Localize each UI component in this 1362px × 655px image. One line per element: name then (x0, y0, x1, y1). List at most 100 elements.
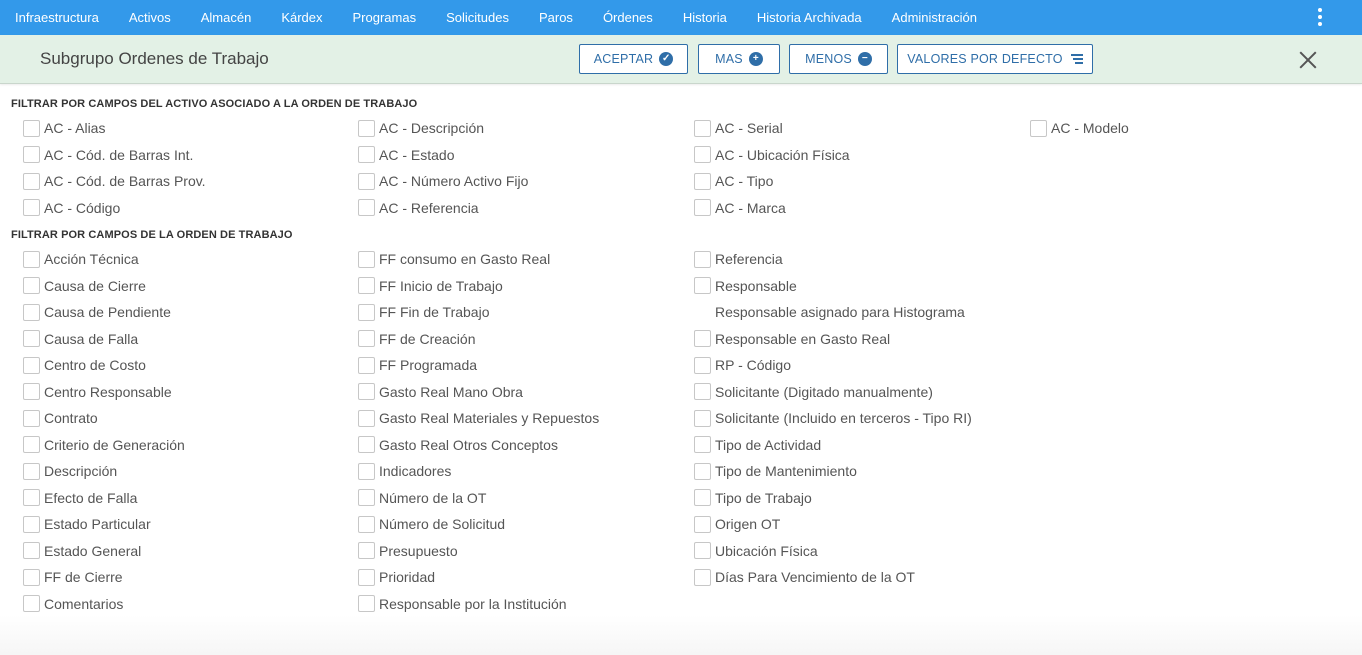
checkbox-option-referencia[interactable]: Referencia (694, 249, 783, 269)
nav-item-paros[interactable]: Paros (524, 0, 588, 35)
checkbox-option-responsable-en-gasto-real[interactable]: Responsable en Gasto Real (694, 329, 890, 349)
checkbox[interactable] (694, 568, 711, 586)
checkbox[interactable] (23, 515, 40, 533)
checkbox-option-ac-modelo[interactable]: AC - Modelo (1030, 118, 1129, 138)
checkbox[interactable] (694, 146, 711, 163)
more-button[interactable]: MAS + (698, 44, 780, 74)
nav-item-historia-archivada[interactable]: Historia Archivada (742, 0, 877, 35)
nav-item-ordenes[interactable]: Órdenes (588, 0, 668, 35)
checkbox-option-ac-ubicacion-fisica[interactable]: AC - Ubicación Física (694, 145, 850, 165)
checkbox-option-gasto-real-otros-conceptos[interactable]: Gasto Real Otros Conceptos (358, 435, 558, 455)
checkbox-option-indicadores[interactable]: Indicadores (358, 461, 451, 481)
checkbox-option-gasto-real-materiales-y-repuestos[interactable]: Gasto Real Materiales y Repuestos (358, 408, 599, 428)
checkbox-option-responsable-por-la-institucion[interactable]: Responsable por la Institución (358, 594, 567, 614)
more-vert-icon[interactable] (1314, 5, 1326, 29)
checkbox[interactable] (1030, 119, 1047, 137)
checkbox-option-solicitante-incluido-en-terceros-tipo-ri[interactable]: Solicitante (Incluido en terceros - Tipo… (694, 408, 972, 428)
nav-item-almacen[interactable]: Almacén (186, 0, 267, 35)
checkbox[interactable] (358, 383, 375, 400)
checkbox-option-ff-consumo-en-gasto-real[interactable]: FF consumo en Gasto Real (358, 249, 550, 269)
checkbox[interactable] (23, 199, 40, 216)
checkbox[interactable] (358, 250, 375, 268)
nav-item-solicitudes[interactable]: Solicitudes (431, 0, 524, 35)
nav-item-administracion[interactable]: Administración (877, 0, 992, 35)
checkbox[interactable] (23, 277, 40, 294)
checkbox-option-causa-de-pendiente[interactable]: Causa de Pendiente (23, 302, 171, 322)
checkbox-option-estado-general[interactable]: Estado General (23, 541, 141, 561)
checkbox-option-comentarios[interactable]: Comentarios (23, 594, 123, 614)
checkbox[interactable] (23, 356, 40, 374)
checkbox-option-causa-de-falla[interactable]: Causa de Falla (23, 329, 138, 349)
checkbox[interactable] (23, 250, 40, 268)
nav-item-activos[interactable]: Activos (114, 0, 186, 35)
checkbox-option-centro-responsable[interactable]: Centro Responsable (23, 382, 172, 402)
checkbox-option-ff-fin-de-trabajo[interactable]: FF Fin de Trabajo (358, 302, 490, 322)
checkbox[interactable] (358, 119, 375, 137)
nav-item-kardex[interactable]: Kárdex (266, 0, 337, 35)
less-button[interactable]: MENOS − (789, 44, 888, 74)
checkbox-option-responsable[interactable]: Responsable (694, 276, 797, 296)
checkbox[interactable] (358, 436, 375, 453)
checkbox[interactable] (358, 277, 375, 294)
checkbox[interactable] (358, 199, 375, 216)
checkbox[interactable] (358, 462, 375, 480)
checkbox-option-numero-de-la-ot[interactable]: Número de la OT (358, 488, 486, 508)
checkbox-option-tipo-de-actividad[interactable]: Tipo de Actividad (694, 435, 821, 455)
checkbox[interactable] (358, 542, 375, 559)
checkbox[interactable] (694, 409, 711, 427)
checkbox[interactable] (694, 462, 711, 480)
checkbox-option-ff-de-cierre[interactable]: FF de Cierre (23, 567, 123, 587)
checkbox[interactable] (23, 303, 40, 321)
checkbox[interactable] (23, 542, 40, 559)
checkbox[interactable] (358, 146, 375, 163)
checkbox[interactable] (694, 330, 711, 347)
checkbox[interactable] (23, 146, 40, 163)
checkbox[interactable] (23, 462, 40, 480)
checkbox[interactable] (23, 383, 40, 400)
checkbox[interactable] (23, 409, 40, 427)
checkbox[interactable] (23, 330, 40, 347)
checkbox-option-ac-serial[interactable]: AC - Serial (694, 118, 783, 138)
checkbox-option-ac-numero-activo-fijo[interactable]: AC - Número Activo Fijo (358, 171, 528, 191)
checkbox[interactable] (694, 383, 711, 400)
checkbox[interactable] (694, 542, 711, 559)
nav-item-programas[interactable]: Programas (338, 0, 432, 35)
checkbox[interactable] (694, 303, 711, 321)
checkbox[interactable] (694, 119, 711, 137)
checkbox-option-causa-de-cierre[interactable]: Causa de Cierre (23, 276, 146, 296)
checkbox[interactable] (358, 595, 375, 612)
checkbox[interactable] (23, 568, 40, 586)
close-icon[interactable] (1296, 48, 1320, 72)
checkbox-option-accion-tecnica[interactable]: Acción Técnica (23, 249, 139, 269)
accept-button[interactable]: ACEPTAR ✓ (579, 44, 688, 74)
checkbox-option-ac-alias[interactable]: AC - Alias (23, 118, 105, 138)
checkbox[interactable] (358, 356, 375, 374)
checkbox[interactable] (694, 250, 711, 268)
checkbox-option-ac-tipo[interactable]: AC - Tipo (694, 171, 773, 191)
checkbox[interactable] (694, 489, 711, 506)
checkbox-option-rp-codigo[interactable]: RP - Código (694, 355, 791, 375)
checkbox[interactable] (694, 277, 711, 294)
checkbox-option-ubicacion-fisica[interactable]: Ubicación Física (694, 541, 818, 561)
checkbox[interactable] (694, 436, 711, 453)
checkbox[interactable] (358, 303, 375, 321)
checkbox-option-criterio-de-generacion[interactable]: Criterio de Generación (23, 435, 185, 455)
checkbox-option-prioridad[interactable]: Prioridad (358, 567, 435, 587)
checkbox-option-centro-de-costo[interactable]: Centro de Costo (23, 355, 146, 375)
checkbox-option-tipo-de-mantenimiento[interactable]: Tipo de Mantenimiento (694, 461, 857, 481)
checkbox-option-ac-referencia[interactable]: AC - Referencia (358, 198, 479, 218)
checkbox[interactable] (23, 489, 40, 506)
checkbox[interactable] (694, 356, 711, 374)
checkbox-option-tipo-de-trabajo[interactable]: Tipo de Trabajo (694, 488, 812, 508)
checkbox-option-presupuesto[interactable]: Presupuesto (358, 541, 458, 561)
checkbox[interactable] (23, 119, 40, 137)
checkbox-option-origen-ot[interactable]: Origen OT (694, 514, 780, 534)
checkbox-option-ff-inicio-de-trabajo[interactable]: FF Inicio de Trabajo (358, 276, 503, 296)
checkbox[interactable] (694, 199, 711, 216)
checkbox[interactable] (358, 172, 375, 190)
default-values-button[interactable]: VALORES POR DEFECTO (897, 44, 1093, 74)
checkbox-option-ff-de-creacion[interactable]: FF de Creación (358, 329, 475, 349)
checkbox[interactable] (23, 436, 40, 453)
checkbox[interactable] (358, 489, 375, 506)
checkbox-option-gasto-real-mano-obra[interactable]: Gasto Real Mano Obra (358, 382, 523, 402)
